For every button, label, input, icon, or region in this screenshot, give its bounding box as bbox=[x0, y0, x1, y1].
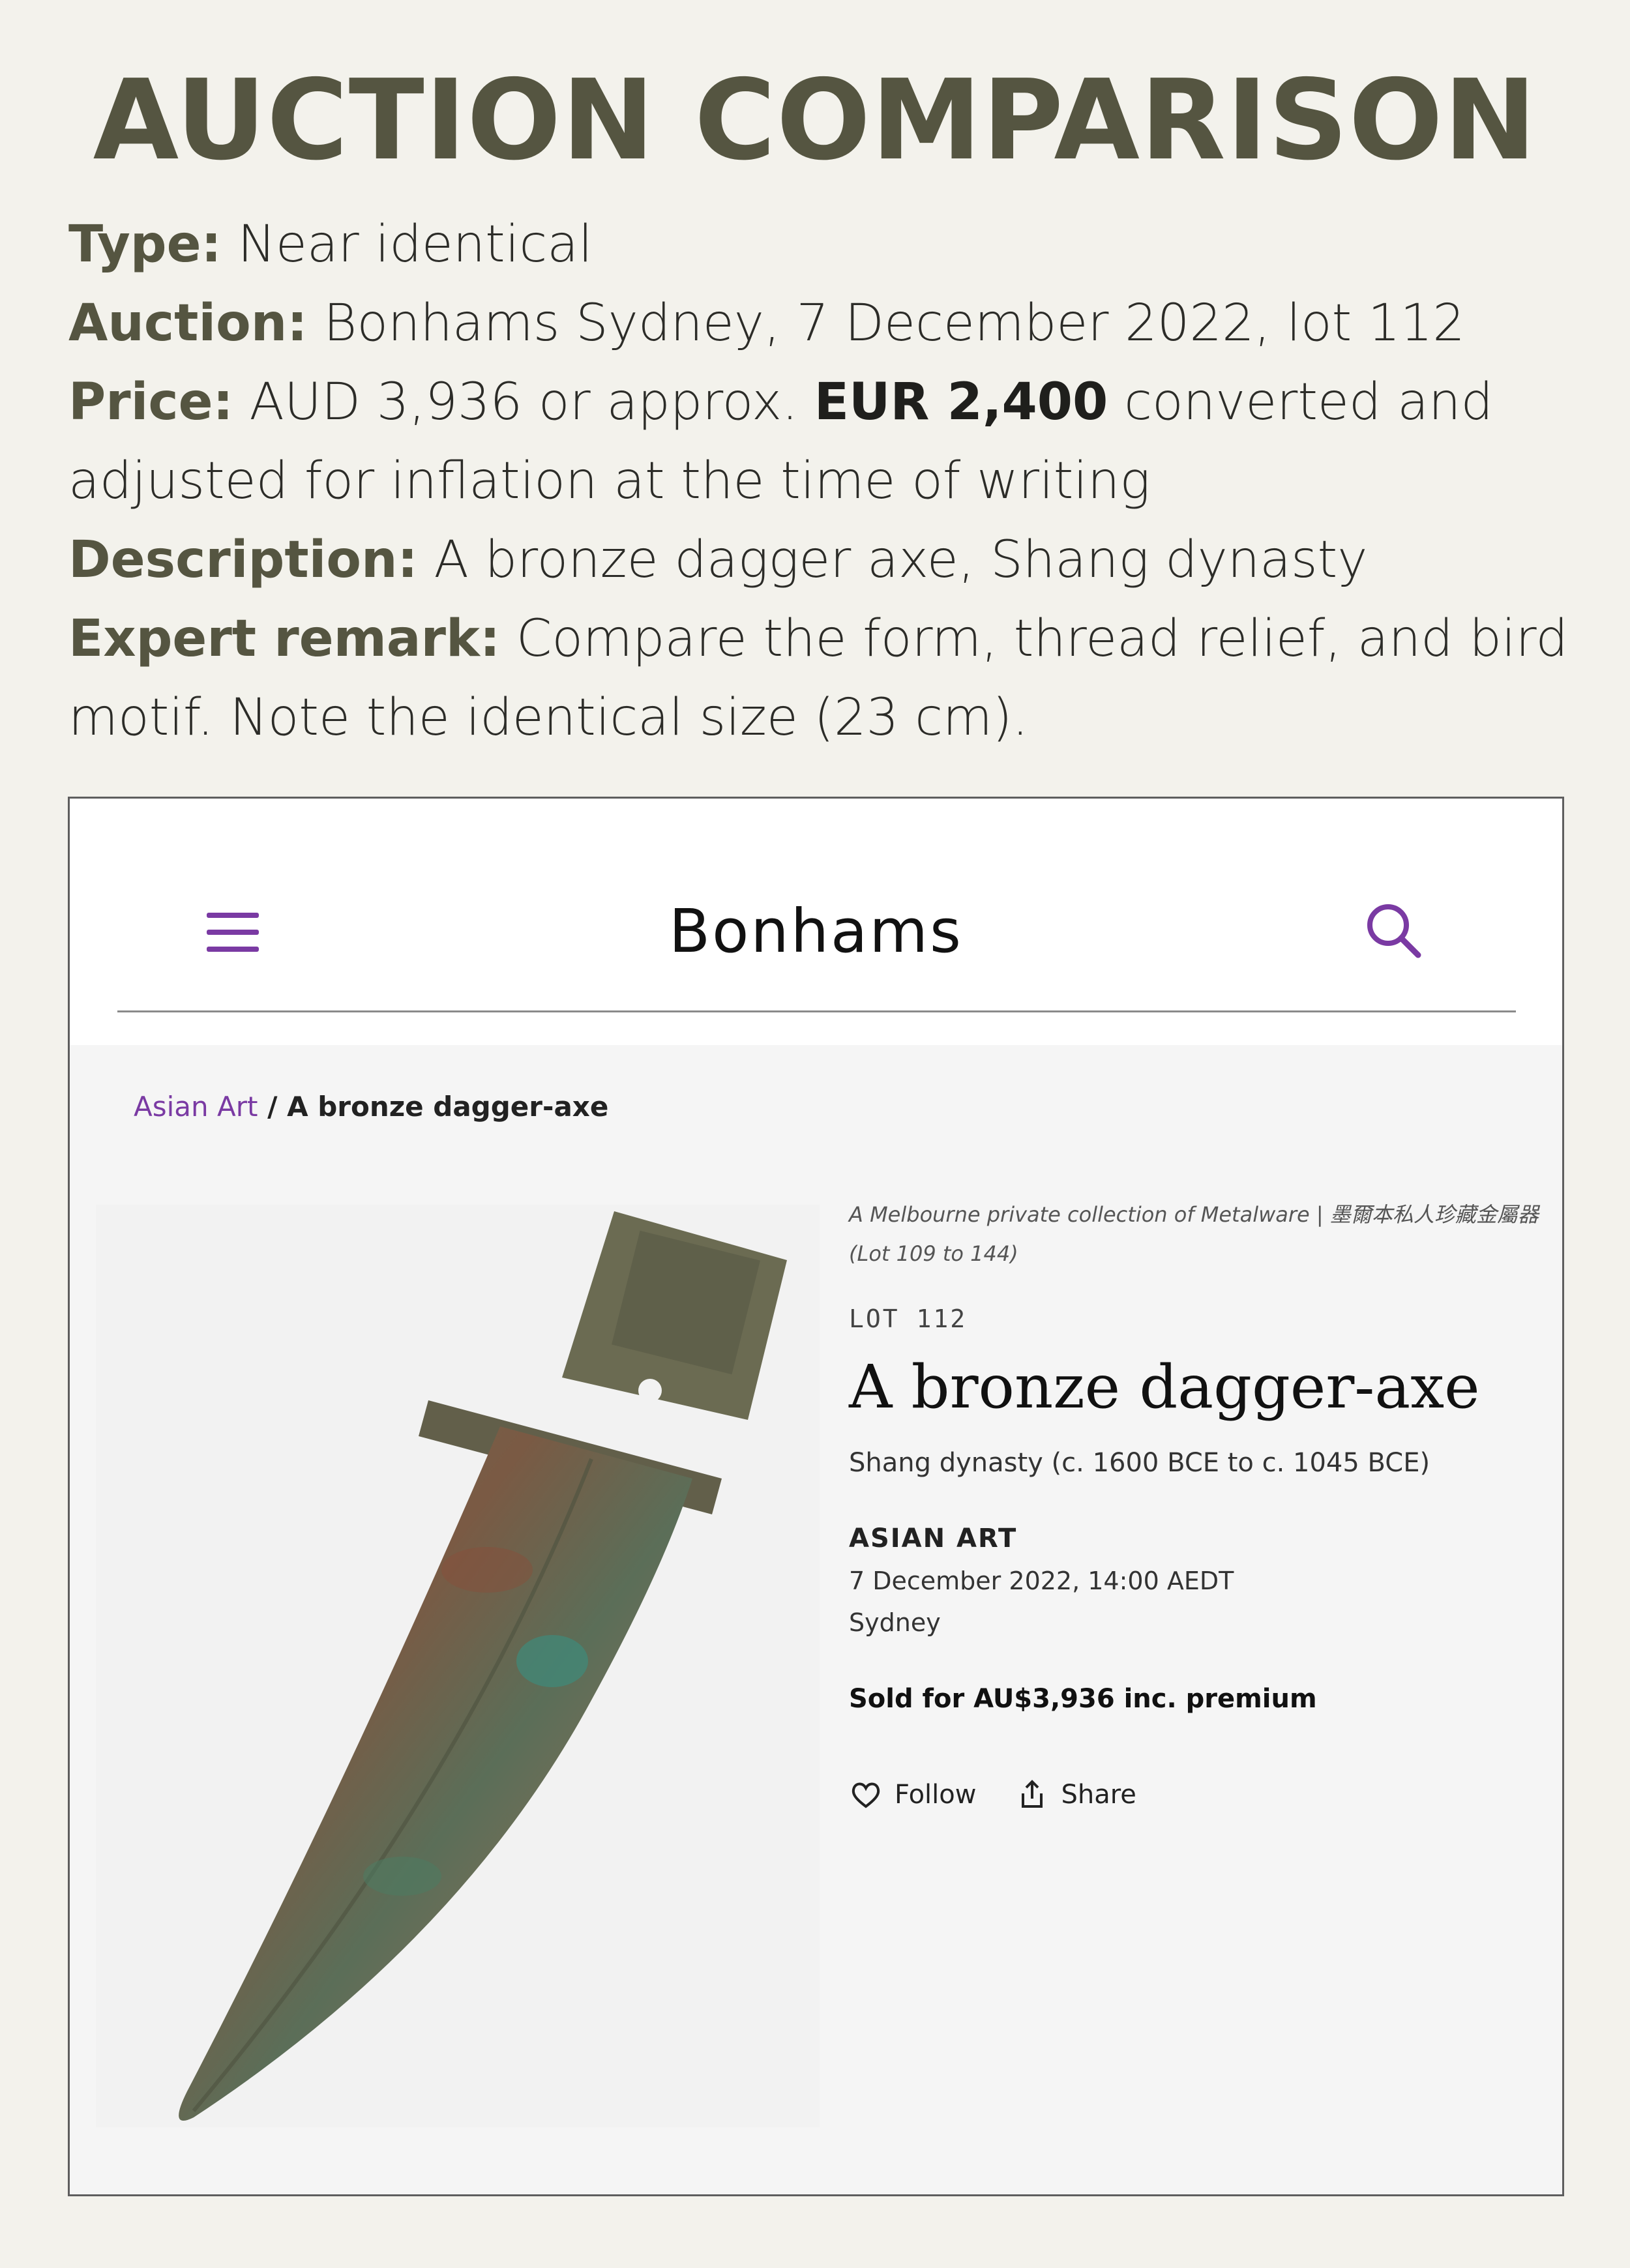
share-icon bbox=[1022, 1780, 1043, 1808]
lot-title: A bronze dagger-axe bbox=[849, 1352, 1480, 1422]
lot-dynasty: Shang dynasty (c. 1600 BCE to c. 1045 BC… bbox=[849, 1448, 1430, 1478]
dagger-axe-image bbox=[179, 1211, 787, 2121]
collection-link[interactable]: A Melbourne private collection of Metalw… bbox=[849, 1195, 1540, 1273]
breadcrumb: Asian Art / A bronze dagger-axe bbox=[134, 1091, 608, 1123]
follow-label: Follow bbox=[895, 1780, 977, 1810]
breadcrumb-asian-art[interactable]: Asian Art bbox=[134, 1091, 258, 1123]
page-heading: AUCTION COMPARISON bbox=[93, 56, 1537, 185]
search-icon[interactable] bbox=[1361, 898, 1426, 963]
sale-name[interactable]: ASIAN ART bbox=[849, 1524, 1540, 1554]
lot-actions: Follow Share bbox=[849, 1778, 1540, 1812]
lot-image[interactable] bbox=[96, 1205, 820, 2127]
price-eur: EUR 2,400 bbox=[814, 373, 1108, 432]
type-line: Type: Near identical bbox=[68, 205, 1581, 284]
comparison-info: Type: Near identical Auction: Bonhams Sy… bbox=[68, 205, 1581, 758]
price-pre: AUD 3,936 or approx. bbox=[249, 373, 798, 432]
remark-label: Expert remark: bbox=[68, 610, 501, 668]
heart-icon bbox=[852, 1782, 880, 1808]
site-logo[interactable]: Bonhams bbox=[70, 896, 1562, 966]
sale-date: 7 December 2022, 14:00 AEDT bbox=[849, 1567, 1234, 1595]
lot-number: LOT 112 bbox=[849, 1304, 968, 1333]
description-line: Description: A bronze dagger axe, Shang … bbox=[68, 521, 1581, 600]
sale-city: Sydney bbox=[849, 1608, 941, 1637]
lot-details: A Melbourne private collection of Metalw… bbox=[849, 1195, 1540, 1812]
breadcrumb-separator: / bbox=[267, 1091, 278, 1123]
description-label: Description: bbox=[68, 531, 418, 589]
bonhams-screenshot: Bonhams Asian Art / A bronze dagger-axe bbox=[68, 797, 1564, 2196]
auction-line: Auction: Bonhams Sydney, 7 December 2022… bbox=[68, 284, 1581, 363]
type-label: Type: bbox=[68, 215, 222, 274]
auction-value: Bonhams Sydney, 7 December 2022, lot 112 bbox=[323, 294, 1465, 353]
follow-button[interactable]: Follow bbox=[849, 1778, 976, 1812]
header-divider bbox=[117, 1010, 1516, 1012]
lot-content: Asian Art / A bronze dagger-axe A Melbou… bbox=[70, 1045, 1562, 2194]
type-value: Near identical bbox=[237, 215, 593, 274]
price-line: Price: AUD 3,936 or approx. EUR 2,400 co… bbox=[68, 363, 1581, 521]
price-label: Price: bbox=[68, 373, 233, 432]
description-value: A bronze dagger axe, Shang dynasty bbox=[434, 531, 1368, 589]
breadcrumb-current: A bronze dagger-axe bbox=[287, 1091, 609, 1123]
share-label: Share bbox=[1061, 1780, 1136, 1810]
remark-line: Expert remark: Compare the form, thread … bbox=[68, 600, 1581, 758]
auction-label: Auction: bbox=[68, 294, 308, 353]
share-button[interactable]: Share bbox=[1015, 1778, 1136, 1812]
site-header: Bonhams bbox=[70, 799, 1562, 1043]
sold-price: Sold for AU$3,936 inc. premium bbox=[849, 1684, 1317, 1714]
